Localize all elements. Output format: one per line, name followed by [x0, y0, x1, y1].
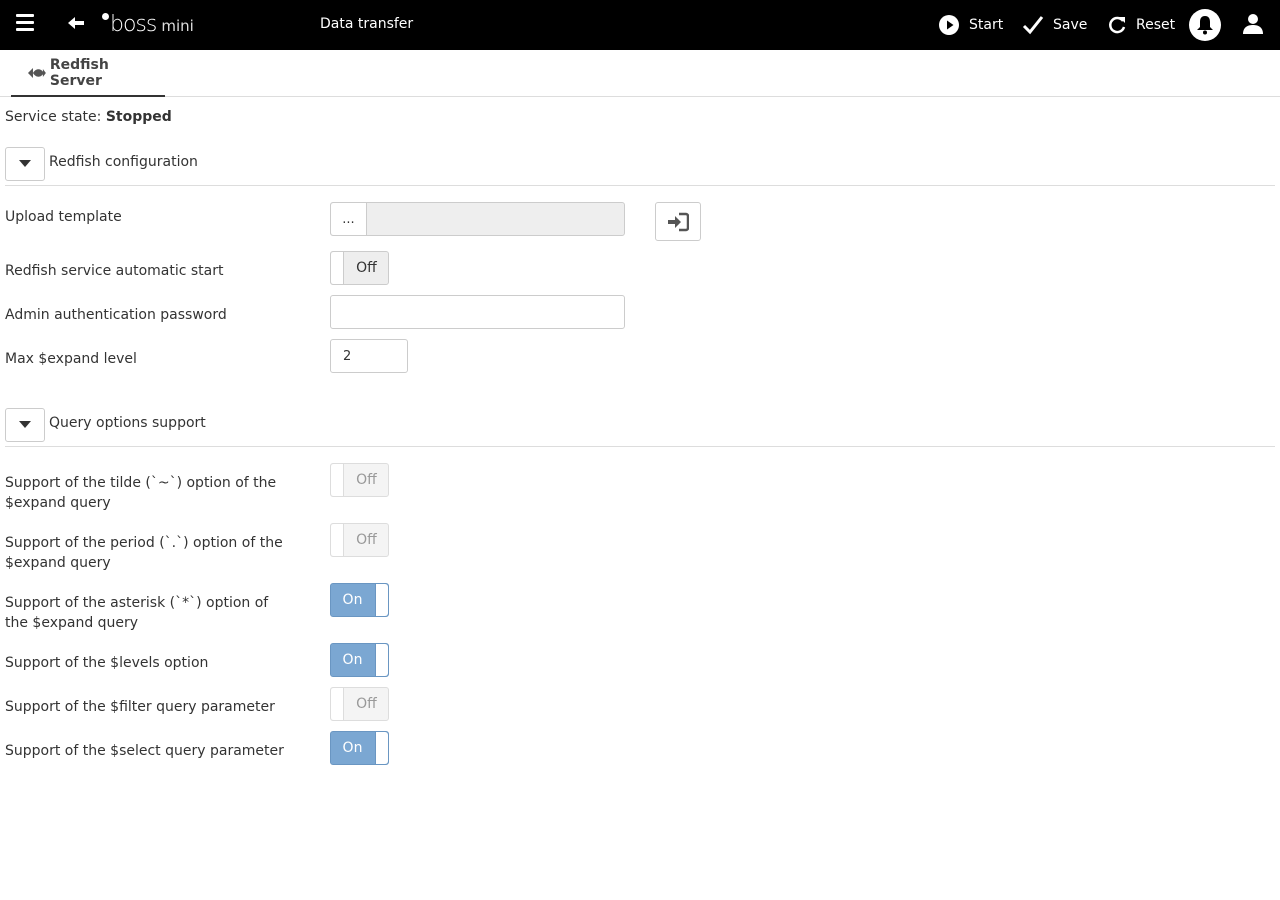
reset-label: Reset — [1136, 17, 1176, 33]
redfish-config-collapse-button[interactable] — [5, 147, 45, 181]
section-divider — [5, 446, 1275, 447]
select-option-toggle[interactable]: On — [330, 731, 389, 765]
top-bar: boss mini Data transfer Start Save Reset — [0, 0, 1280, 50]
service-state-label: Service state: — [5, 109, 102, 125]
refresh-icon — [1109, 16, 1126, 34]
max-expand-label: Max $expand level — [5, 351, 137, 367]
back-arrow-icon[interactable] — [64, 12, 88, 36]
query-options-title: Query options support — [49, 415, 206, 431]
asterisk-option-toggle[interactable]: On — [330, 583, 389, 617]
service-state: Service state: Stopped — [5, 107, 172, 127]
app-logo: boss mini — [102, 12, 194, 38]
upload-login-icon — [668, 212, 689, 231]
upload-template-label: Upload template — [5, 209, 122, 225]
tab-redfish-server[interactable]: Redfish Server — [11, 50, 165, 97]
redfish-config-title: Redfish configuration — [49, 154, 198, 170]
max-expand-input[interactable] — [330, 339, 408, 373]
levels-option-label: Support of the $levels option — [5, 655, 209, 671]
tab-label: Redfish Server — [49, 56, 109, 89]
query-options-collapse-button[interactable] — [5, 408, 45, 442]
asterisk-option-label: Support of the asterisk (`*`) option of … — [5, 595, 269, 631]
notifications-bell-icon[interactable] — [1189, 9, 1221, 41]
period-option-label: Support of the period (`.`) option of th… — [5, 535, 283, 571]
start-button[interactable]: Start — [938, 13, 1003, 37]
browse-file-button[interactable]: ... — [331, 203, 367, 235]
play-icon — [939, 15, 959, 35]
page-title: Data transfer — [320, 16, 414, 32]
tilde-option-label: Support of the tilde (`~`) option of the… — [5, 475, 277, 511]
caret-down-icon — [19, 160, 31, 167]
hamburger-menu-icon[interactable] — [16, 14, 34, 32]
filter-option-toggle[interactable]: Off — [330, 687, 389, 721]
file-name-display — [367, 203, 624, 235]
admin-password-input[interactable] — [330, 295, 625, 329]
auto-start-label: Redfish service automatic start — [5, 263, 224, 279]
service-state-value: Stopped — [105, 109, 172, 125]
filter-option-label: Support of the $filter query parameter — [5, 699, 275, 715]
caret-down-icon — [19, 421, 31, 428]
select-option-label: Support of the $select query parameter — [5, 743, 284, 759]
auto-start-toggle[interactable]: Off — [330, 251, 389, 285]
reset-button[interactable]: Reset — [1107, 13, 1175, 37]
tilde-option-toggle[interactable]: Off — [330, 463, 389, 497]
logo-text: boss — [110, 12, 157, 37]
upload-button[interactable] — [655, 202, 701, 241]
tab-bar: Redfish Server — [0, 50, 1280, 97]
redfish-icon — [27, 67, 46, 78]
upload-template-field[interactable]: ... — [330, 202, 625, 236]
levels-option-toggle[interactable]: On — [330, 643, 389, 677]
period-option-toggle[interactable]: Off — [330, 523, 389, 557]
start-label: Start — [969, 17, 1004, 33]
section-divider — [5, 185, 1275, 186]
checkmark-icon — [1022, 16, 1044, 35]
save-button[interactable]: Save — [1022, 13, 1087, 37]
save-label: Save — [1053, 17, 1088, 33]
admin-password-label: Admin authentication password — [5, 307, 227, 323]
logo-suffix: mini — [161, 17, 194, 35]
user-account-icon[interactable] — [1242, 13, 1264, 39]
